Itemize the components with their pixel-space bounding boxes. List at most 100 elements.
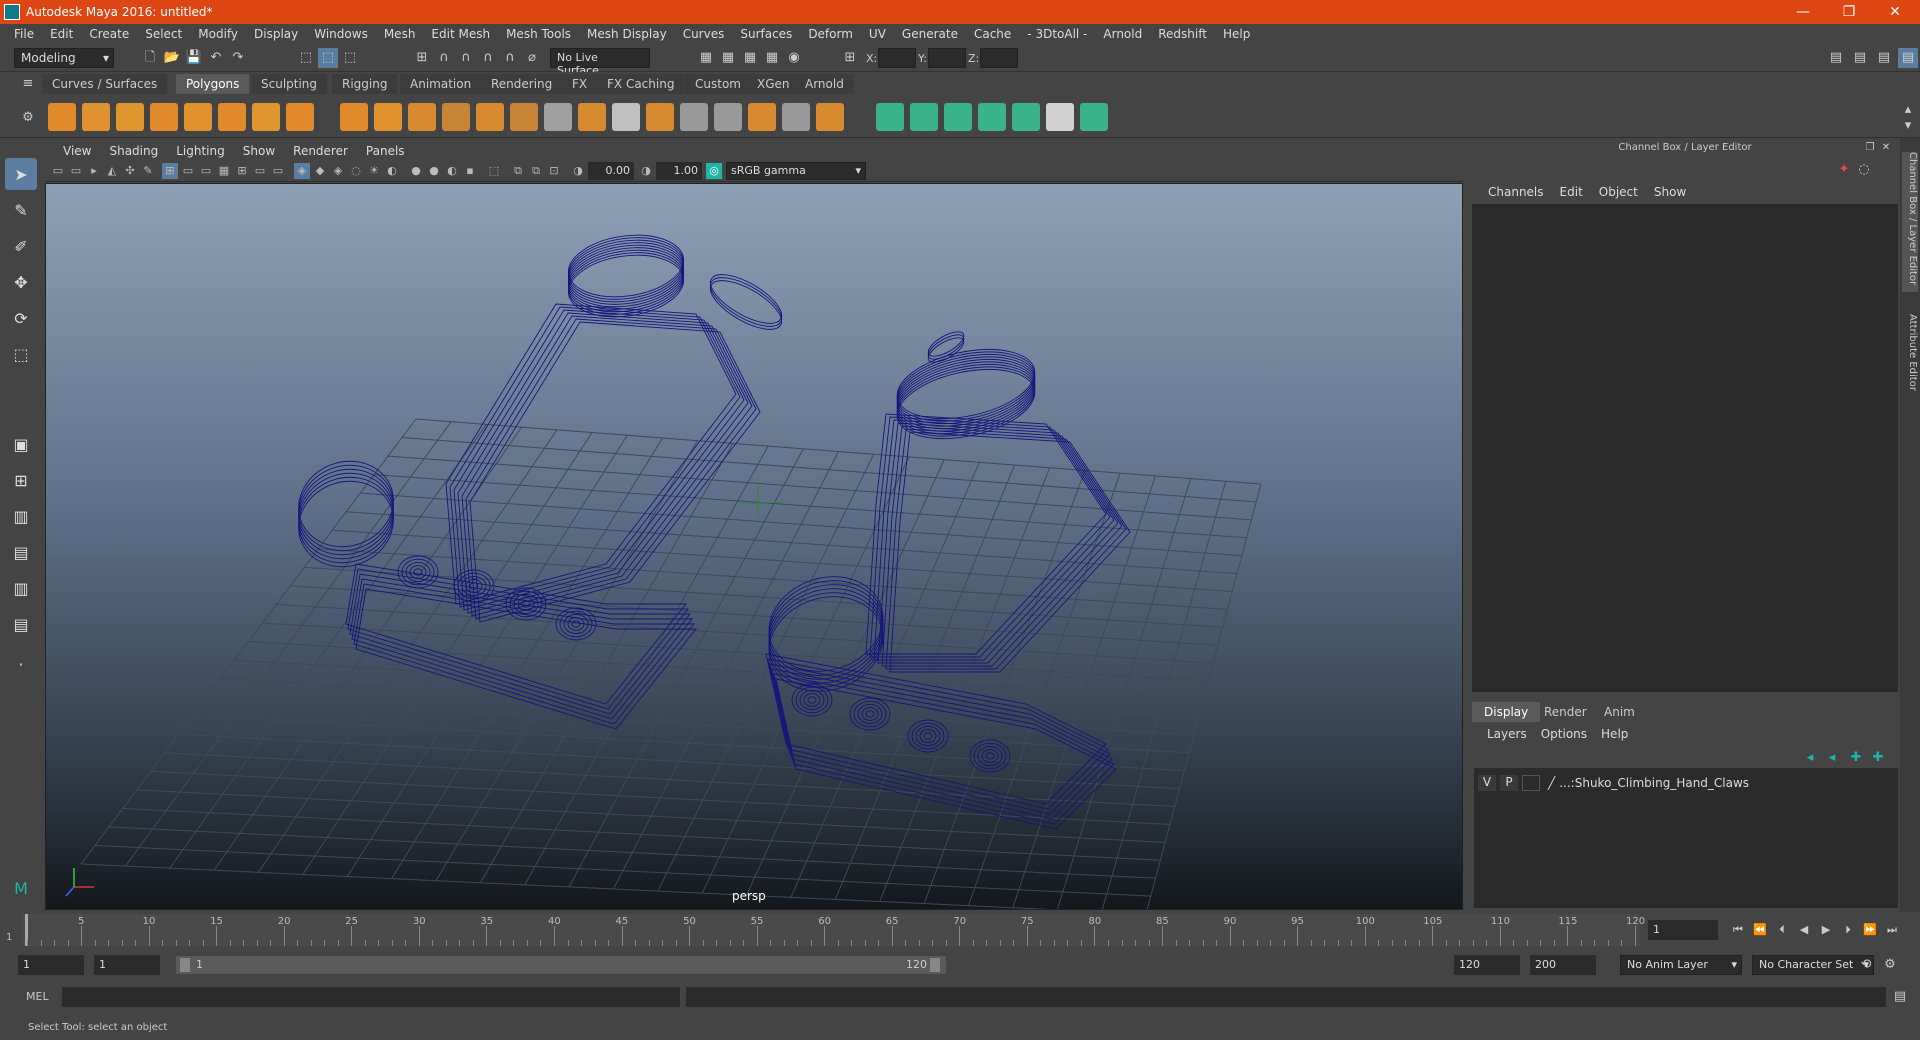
command-input[interactable]	[62, 987, 680, 1007]
film-gate-icon[interactable]: ▭	[180, 163, 196, 179]
poly-sphere-icon[interactable]	[48, 103, 76, 131]
start-time-field[interactable]: 1	[18, 955, 84, 975]
layer-menu-options[interactable]: Options	[1534, 727, 1594, 741]
select-hierarchy-icon[interactable]: ⬚	[296, 48, 316, 68]
move-layer-down-icon[interactable]: ◂	[1822, 748, 1842, 768]
menu-create[interactable]: Create	[81, 27, 137, 41]
menu-display[interactable]: Display	[246, 27, 306, 41]
gamma-field[interactable]: 1.00	[656, 162, 702, 180]
shelf-tab-rigging[interactable]: Rigging	[332, 74, 398, 94]
ipr-render-icon[interactable]: ▦	[718, 48, 738, 68]
step-forward-key-icon[interactable]: ⏩	[1860, 920, 1880, 940]
modeling-toolkit-icon[interactable]: ▤	[1826, 48, 1846, 68]
close-panel-icon[interactable]: ✕	[1876, 138, 1896, 158]
snap-point-icon[interactable]: ∩	[456, 48, 476, 68]
perspective-viewport[interactable]: persp	[45, 183, 1463, 910]
layer-playback-toggle[interactable]: P	[1500, 775, 1518, 791]
poly-torus-icon[interactable]	[218, 103, 246, 131]
shelf-tab-fx-caching[interactable]: FX Caching	[597, 74, 685, 94]
menu-edit[interactable]: Edit	[42, 27, 81, 41]
new-scene-icon[interactable]: 🗋	[140, 48, 160, 68]
default-lighting-icon[interactable]: ☀	[366, 163, 382, 179]
booleans-icon[interactable]	[816, 103, 844, 131]
bevel-icon[interactable]	[578, 103, 606, 131]
step-back-key-icon[interactable]: ⏪	[1750, 920, 1770, 940]
shelf-options-icon[interactable]: ⚙	[18, 108, 38, 128]
menu-surfaces[interactable]: Surfaces	[732, 27, 800, 41]
go-to-start-icon[interactable]: ⏮	[1728, 920, 1748, 940]
viewport-menu-lighting[interactable]: Lighting	[167, 144, 234, 158]
anim-end-field[interactable]: 120	[1454, 955, 1520, 975]
snap-edge-icon[interactable]: ⌀	[522, 48, 542, 68]
four-view-layout-icon[interactable]: ⊞	[5, 464, 37, 496]
anim-start-field[interactable]: 1	[94, 955, 160, 975]
time-slider[interactable]: 1 5 10 15 20 25 30 35 40 45 50 55 60 65 70 75 80 85 90 95 1…	[0, 912, 1920, 948]
layer-tab-display[interactable]: Display	[1472, 702, 1541, 722]
select-tool-icon[interactable]: ➤	[5, 158, 37, 190]
new-layer-icon[interactable]: ✚	[1846, 748, 1866, 768]
layer-row[interactable]: V P ╱ ...:Shuko_Climbing_Hand_Claws	[1478, 774, 1892, 792]
channel-menu-edit[interactable]: Edit	[1552, 185, 1591, 199]
bookmark-icon[interactable]: ▸	[86, 163, 102, 179]
layer-visibility-toggle[interactable]: V	[1478, 775, 1496, 791]
go-to-end-icon[interactable]: ⏭	[1882, 920, 1902, 940]
target-weld-icon[interactable]	[714, 103, 742, 131]
menu-windows[interactable]: Windows	[306, 27, 376, 41]
uv-automatic-icon[interactable]	[978, 103, 1006, 131]
menu-uv[interactable]: UV	[861, 27, 894, 41]
layer-menu-help[interactable]: Help	[1594, 727, 1635, 741]
channel-menu-object[interactable]: Object	[1591, 185, 1646, 199]
2d-pan-zoom-icon[interactable]: ✣	[122, 163, 138, 179]
separate-icon[interactable]	[374, 103, 402, 131]
layer-tab-anim[interactable]: Anim	[1592, 702, 1647, 722]
step-forward-frame-icon[interactable]: ⏵	[1838, 920, 1858, 940]
play-backwards-icon[interactable]: ◀	[1794, 920, 1814, 940]
shadows-icon[interactable]: ◐	[384, 163, 400, 179]
insert-edge-loop-icon[interactable]	[612, 103, 640, 131]
menu-select[interactable]: Select	[137, 27, 190, 41]
mel-label[interactable]: MEL	[26, 990, 49, 1003]
step-back-frame-icon[interactable]: ⏴	[1772, 920, 1792, 940]
time-ruler[interactable]: 1 5 10 15 20 25 30 35 40 45 50 55 60 65 70 75 80 85 90 95 1…	[6, 914, 1645, 946]
hypershade-layout-icon[interactable]: ▤	[5, 608, 37, 640]
shelf-tab-arnold[interactable]: Arnold	[795, 74, 854, 94]
mirror-icon[interactable]	[408, 103, 436, 131]
shelf-tab-fx[interactable]: FX	[562, 74, 598, 94]
poly-pipe-icon[interactable]	[286, 103, 314, 131]
menu-modify[interactable]: Modify	[190, 27, 246, 41]
uv-editor-icon[interactable]	[1080, 103, 1108, 131]
camera-attributes-icon[interactable]: ▭	[68, 163, 84, 179]
x-field[interactable]	[878, 48, 916, 68]
menu-curves[interactable]: Curves	[675, 27, 733, 41]
channel-box-icon[interactable]: ▤	[1898, 48, 1918, 68]
shelf-tab-xgen[interactable]: XGen	[747, 74, 800, 94]
poly-cylinder-icon[interactable]	[116, 103, 144, 131]
uv-cylindrical-icon[interactable]	[910, 103, 938, 131]
menu-mesh-display[interactable]: Mesh Display	[579, 27, 675, 41]
new-layer-selected-icon[interactable]: ✚	[1868, 748, 1888, 768]
menu-mesh[interactable]: Mesh	[376, 27, 424, 41]
field-chart-icon[interactable]: ⊞	[234, 163, 250, 179]
image-plane-icon[interactable]: ◭	[104, 163, 120, 179]
viewport-menu-show[interactable]: Show	[234, 144, 284, 158]
y-field[interactable]	[928, 48, 966, 68]
shelf-scroll-down-icon[interactable]: ▾	[1898, 116, 1918, 136]
frame-all-icon[interactable]: ⊡	[546, 163, 562, 179]
safe-action-icon[interactable]: ▭	[252, 163, 268, 179]
auto-key-icon[interactable]: ⟲	[1856, 955, 1876, 975]
close-button[interactable]: ✕	[1872, 0, 1918, 24]
menu-arnold[interactable]: Arnold	[1095, 27, 1150, 41]
shelf-menu-icon[interactable]: ≡	[18, 74, 38, 94]
z-field[interactable]	[980, 48, 1018, 68]
tool-settings-icon[interactable]: ▤	[1874, 48, 1894, 68]
layer-color-swatch[interactable]	[1522, 775, 1540, 791]
move-tool-icon[interactable]: ✥	[5, 266, 37, 298]
uv-planar-icon[interactable]	[876, 103, 904, 131]
graph-layout-icon[interactable]: ▥	[5, 572, 37, 604]
play-forwards-icon[interactable]: ▶	[1816, 920, 1836, 940]
script-editor-icon[interactable]: ▤	[1890, 987, 1910, 1007]
menu-generate[interactable]: Generate	[894, 27, 966, 41]
scale-tool-icon[interactable]: ⬚	[5, 338, 37, 370]
gamma-icon[interactable]: ◑	[638, 163, 654, 179]
menu-cache[interactable]: Cache	[966, 27, 1019, 41]
